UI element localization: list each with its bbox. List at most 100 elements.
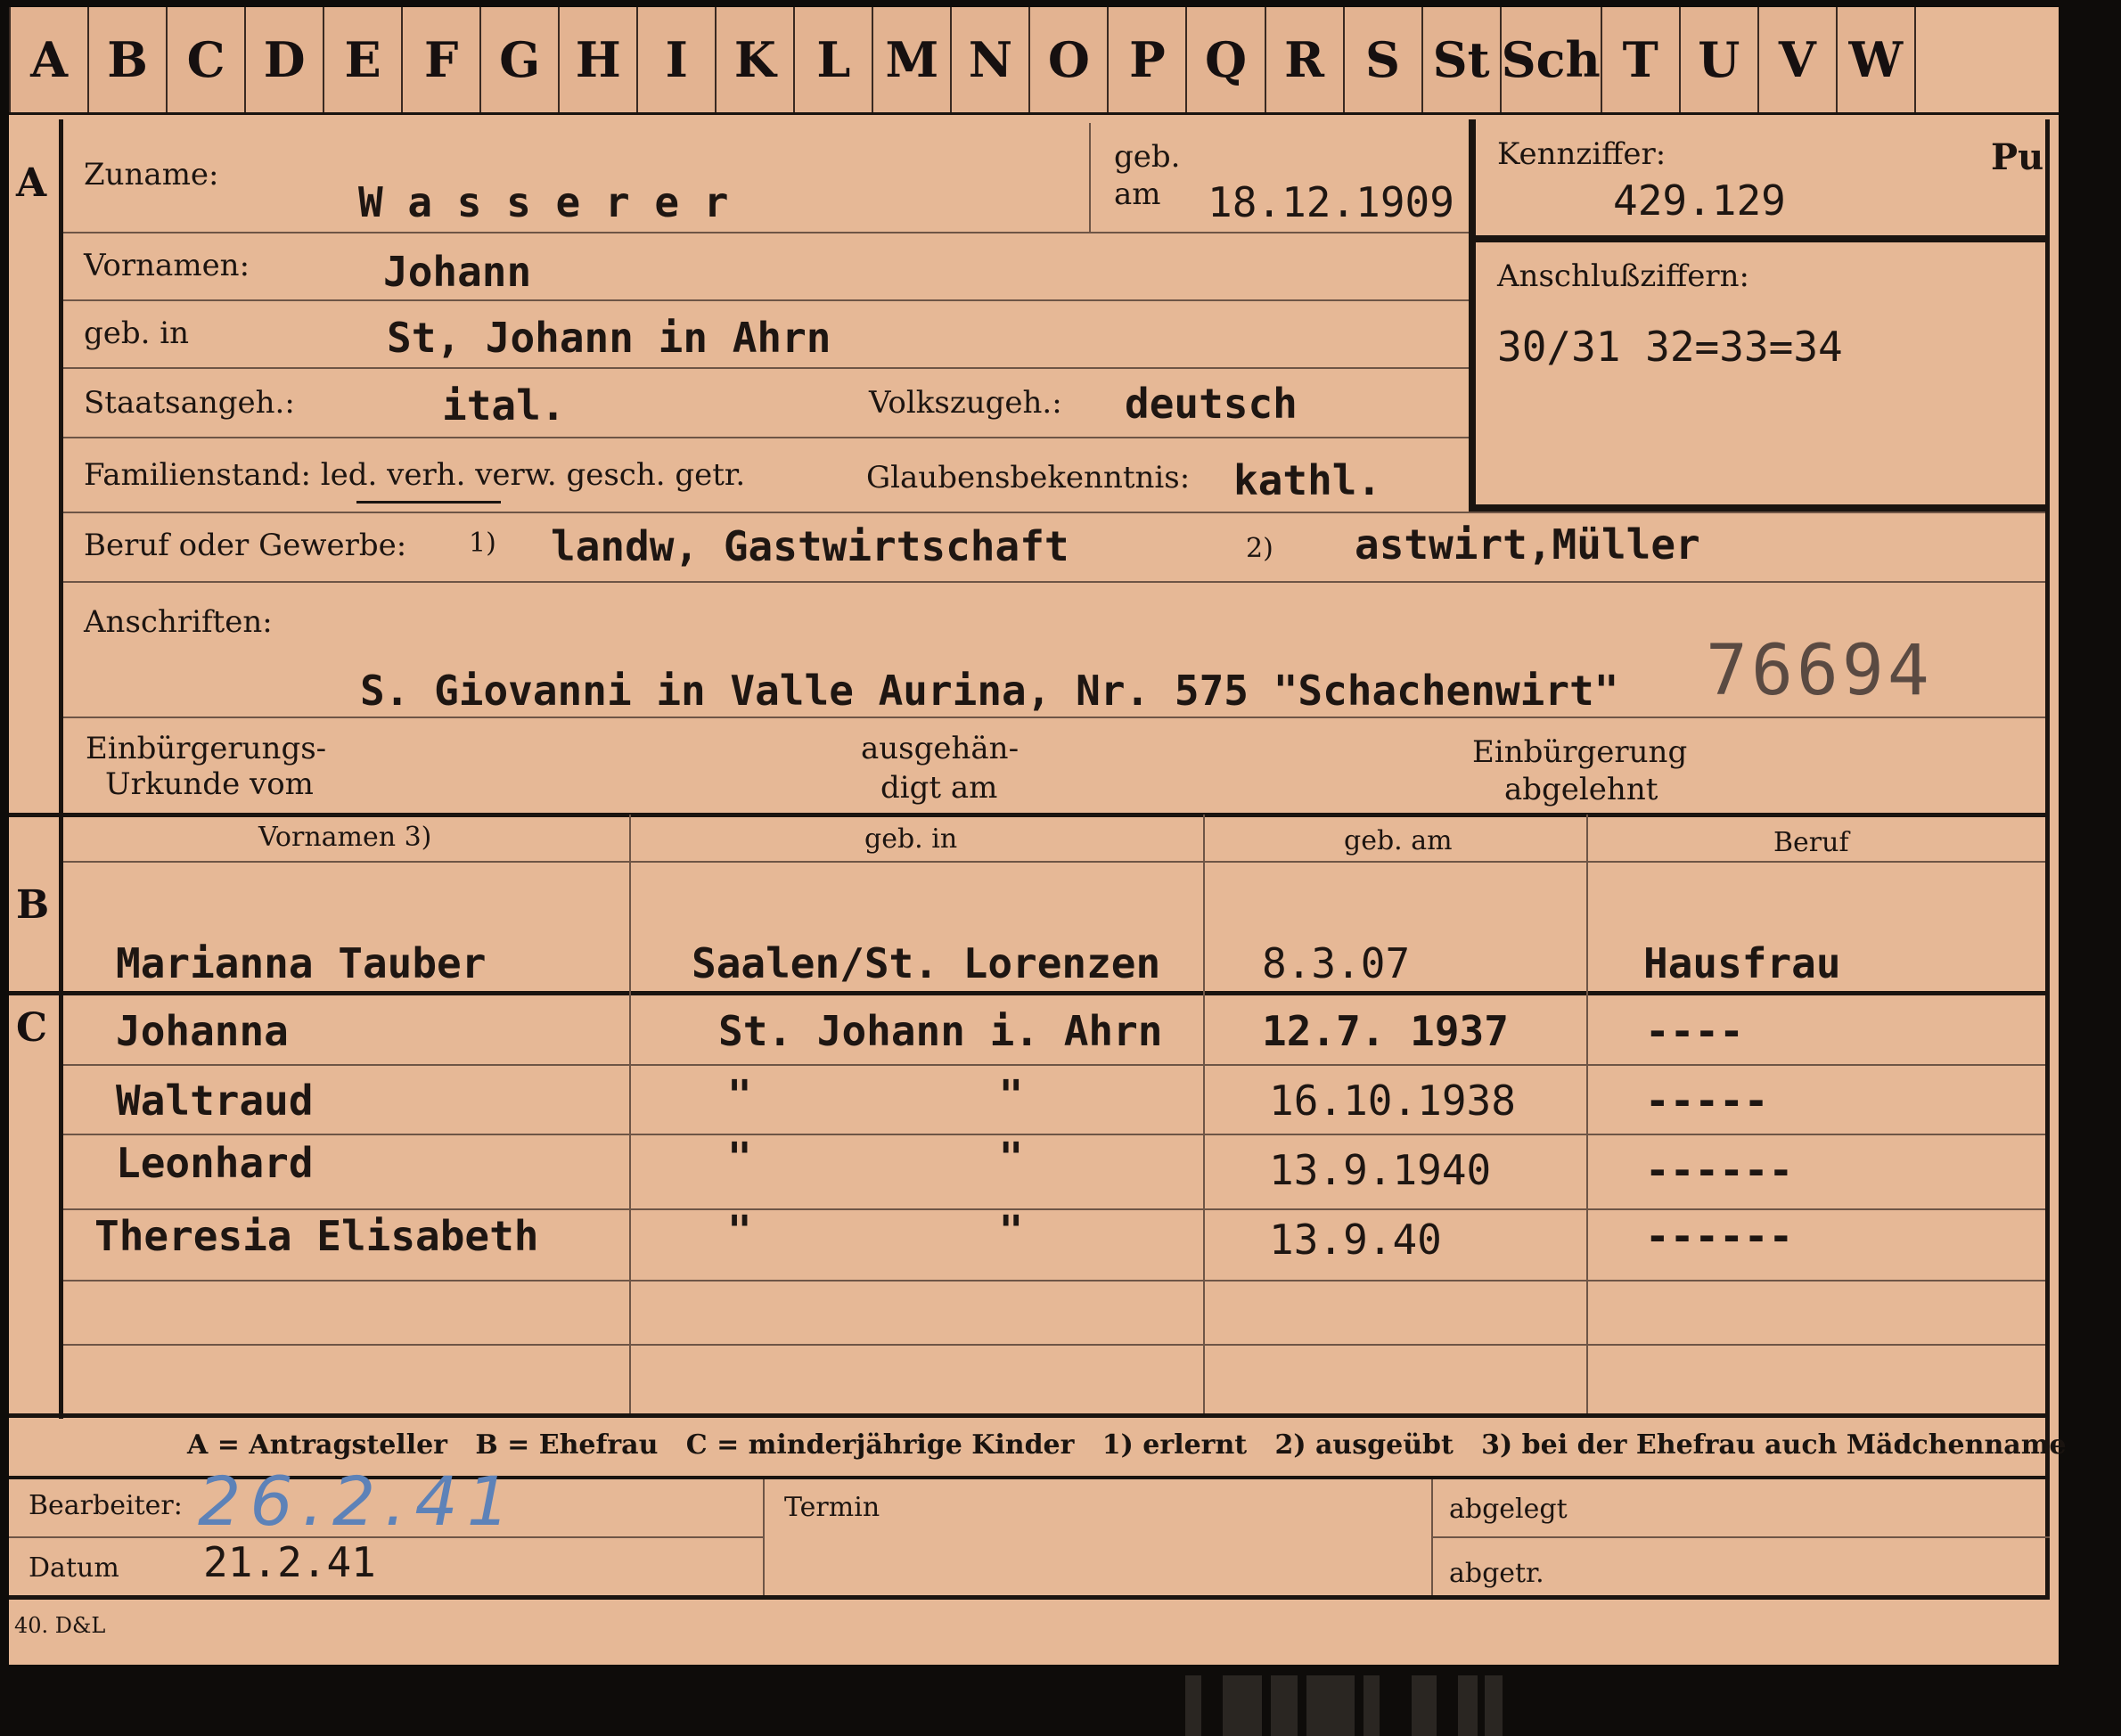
column-line: [1431, 1479, 1433, 1599]
alphabet-tab[interactable]: Sch: [1501, 7, 1602, 112]
left-rule: [59, 119, 63, 1419]
alphabet-tab[interactable]: C: [168, 7, 247, 112]
id-value: 429.129: [1613, 176, 1786, 225]
id-label: Kennziffer:: [1497, 136, 1666, 172]
alphabet-tab[interactable]: D: [246, 7, 325, 112]
print-mark: 40. D&L: [14, 1613, 106, 1638]
firstnames-label: Vornamen:: [84, 248, 250, 283]
row-line: [63, 1344, 2045, 1346]
born-date: 18.12.1909: [1208, 178, 1454, 226]
alphabet-tab[interactable]: V: [1758, 7, 1838, 112]
child-birthdate: 12.7. 1937: [1262, 1007, 1509, 1055]
alphabet-tab[interactable]: R: [1265, 7, 1345, 112]
row-line: [63, 437, 1469, 438]
alphabet-tab[interactable]: E: [324, 7, 404, 112]
alphabet-tab[interactable]: O: [1030, 7, 1110, 112]
alphabet-tab[interactable]: A: [9, 7, 90, 112]
registration-card: A B C D E F G H I K L M N O P Q R S St Sch T U V W A B C Zuname…: [9, 7, 2067, 1665]
child-name: Johanna: [116, 1007, 289, 1055]
child-birthplace: " ": [727, 1134, 1024, 1182]
section-rule: [9, 991, 2050, 995]
child-birthdate: 13.9.1940: [1269, 1146, 1492, 1194]
child-name: Waltraud: [116, 1077, 314, 1125]
religion-label: Glaubensbekenntnis:: [866, 460, 1191, 495]
alphabet-tab[interactable]: S: [1344, 7, 1423, 112]
alphabet-tab[interactable]: St: [1422, 7, 1502, 112]
alphabet-tab[interactable]: M: [873, 7, 953, 112]
child-birthdate: 13.9.40: [1269, 1216, 1442, 1264]
ethnicity-value: deutsch: [1125, 380, 1298, 428]
header-occupation: Beruf: [1773, 827, 1849, 858]
divider: [9, 112, 2059, 115]
row-line: [1431, 1536, 2050, 1538]
barcode-bar: [1412, 1675, 1437, 1736]
surname-label: Zuname:: [84, 157, 219, 192]
barcode-bar: [1458, 1675, 1478, 1736]
naturalization-label-2: Urkunde vom: [105, 766, 314, 802]
child-occupation: ----: [1645, 1007, 1744, 1055]
barcode-bar: [1185, 1675, 1201, 1736]
family-status-label: Familienstand: led. verh. verw. gesch. g…: [84, 457, 746, 493]
occupation-marker-2: 2): [1246, 533, 1273, 564]
id-mark: Pu: [1991, 136, 2044, 178]
child-birthplace: " ": [727, 1071, 1024, 1119]
child-occupation: ------: [1645, 1146, 1794, 1194]
processor-label: Bearbeiter:: [29, 1490, 183, 1521]
alphabet-tab[interactable]: T: [1601, 7, 1681, 112]
citizenship-value: ital.: [442, 381, 566, 430]
column-line: [629, 815, 631, 1413]
family-status-underline: [356, 501, 501, 504]
legend: A = Antragsteller B = Ehefrau C = minder…: [187, 1429, 2067, 1461]
alphabet-tab[interactable]: G: [481, 7, 561, 112]
handed-label-2: digt am: [880, 770, 998, 806]
box-rule: [1469, 235, 2050, 242]
row-line: [63, 367, 1469, 369]
section-rule: [9, 1413, 2050, 1418]
child-birthdate: 16.10.1938: [1269, 1077, 1516, 1125]
alphabet-tab[interactable]: P: [1109, 7, 1188, 112]
child-name: Leonhard: [116, 1139, 314, 1187]
row-line: [63, 1208, 2045, 1210]
connect-label: Anschlußziffern:: [1497, 258, 1749, 294]
alphabet-tab[interactable]: K: [717, 7, 796, 112]
header-birthdate: geb. am: [1344, 825, 1453, 856]
born-label-am: am: [1114, 176, 1161, 212]
alphabet-tab[interactable]: H: [560, 7, 639, 112]
child-occupation: ------: [1645, 1212, 1794, 1260]
barcode-bar: [1271, 1675, 1298, 1736]
stamp-number: 76694: [1706, 631, 1933, 711]
alphabet-tab-row: A B C D E F G H I K L M N O P Q R S St Sch T U V W: [9, 7, 1916, 112]
alphabet-tab[interactable]: I: [638, 7, 717, 112]
alphabet-tab[interactable]: N: [952, 7, 1031, 112]
header-birthplace: geb. in: [864, 823, 958, 855]
occupation-label: Beruf oder Gewerbe:: [84, 528, 407, 563]
barcode-bar: [1485, 1675, 1503, 1736]
alphabet-tab[interactable]: F: [403, 7, 482, 112]
alphabet-tab[interactable]: B: [89, 7, 168, 112]
section-rule: [9, 813, 2050, 817]
alphabet-tab[interactable]: Q: [1187, 7, 1266, 112]
spouse-name: Marianna Tauber: [116, 939, 487, 987]
surname-value: W a s s e r e r: [358, 178, 729, 226]
rejected-label: Einbürgerung: [1472, 734, 1688, 770]
alphabet-tab[interactable]: W: [1837, 7, 1916, 112]
section-b-label: B: [16, 882, 50, 928]
ethnicity-label: Volkszugeh.:: [869, 385, 1062, 421]
date-label: Datum: [29, 1552, 119, 1584]
firstnames-value: Johann: [383, 248, 532, 296]
row-line: [63, 232, 1469, 233]
child-occupation: -----: [1645, 1077, 1769, 1125]
rejected-label-2: abgelehnt: [1504, 772, 1658, 807]
row-line: [63, 1064, 2045, 1066]
alphabet-tab[interactable]: L: [795, 7, 874, 112]
column-line: [1203, 815, 1205, 1413]
box-rule: [1469, 119, 1476, 512]
date-value: 21.2.41: [203, 1538, 376, 1586]
alphabet-tab[interactable]: U: [1680, 7, 1759, 112]
address-value: S. Giovanni in Valle Aurina, Nr. 575 "Sc…: [360, 667, 1619, 715]
divider: [1089, 123, 1091, 232]
citizenship-label: Staatsangeh.:: [84, 385, 295, 421]
connect-value: 30/31 32=33=34: [1497, 323, 1843, 371]
right-rule: [2045, 119, 2050, 1599]
header-firstnames: Vornamen 3): [258, 822, 432, 853]
